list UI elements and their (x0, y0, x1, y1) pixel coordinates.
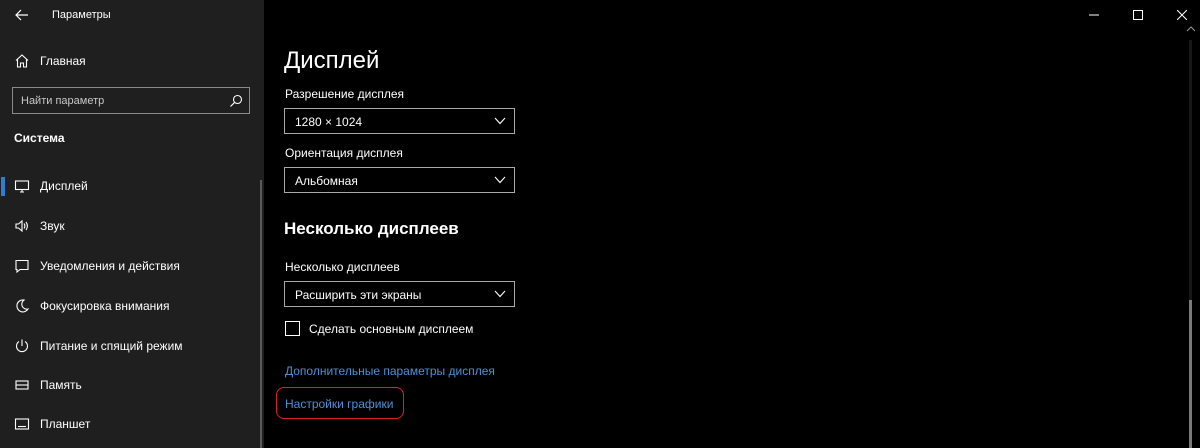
sidebar: Параметры Главная Система Дисплей Звук У… (0, 0, 264, 448)
sidebar-item-label: Память (40, 378, 82, 392)
back-arrow-icon (15, 9, 28, 21)
sidebar-item-label: Главная (40, 54, 86, 68)
sidebar-scrollbar[interactable] (260, 180, 262, 448)
multi-display-label: Несколько дисплеев (285, 260, 400, 274)
maximize-button[interactable] (1116, 0, 1160, 30)
scroll-up-icon[interactable] (1185, 24, 1197, 34)
notification-icon (14, 258, 30, 274)
monitor-icon (14, 178, 30, 194)
active-indicator (1, 177, 5, 196)
title-bar: Параметры (0, 0, 264, 30)
app-title: Параметры (52, 9, 111, 21)
sidebar-item-label: Уведомления и действия (40, 259, 180, 273)
multi-display-dropdown[interactable]: Расширить эти экраны (284, 281, 515, 307)
primary-display-label: Сделать основным дисплеем (309, 322, 474, 336)
resolution-value: 1280 × 1024 (295, 115, 363, 129)
search-box (12, 87, 250, 114)
sidebar-item-display[interactable]: Дисплей (0, 168, 258, 204)
orientation-value: Альбомная (295, 174, 358, 188)
moon-icon (14, 298, 30, 314)
sidebar-item-label: Дисплей (40, 179, 88, 193)
resolution-label: Разрешение дисплея (285, 87, 405, 101)
sidebar-item-power[interactable]: Питание и спящий режим (0, 328, 258, 364)
storage-icon (14, 377, 30, 393)
main-scrollbar[interactable] (1185, 0, 1197, 448)
section-header: Система (14, 131, 65, 145)
scrollbar-thumb[interactable] (1189, 300, 1192, 448)
highlight-outline (276, 387, 404, 419)
minimize-button[interactable] (1072, 0, 1116, 30)
maximize-icon (1133, 10, 1143, 20)
sidebar-item-label: Планшет (40, 417, 91, 431)
sidebar-item-label: Звук (40, 219, 65, 233)
search-input[interactable] (21, 92, 221, 110)
sidebar-item-sound[interactable]: Звук (0, 208, 258, 244)
multi-display-value: Расширить эти экраны (295, 288, 422, 302)
sidebar-item-label: Питание и спящий режим (40, 339, 183, 353)
primary-display-checkbox[interactable] (285, 321, 300, 336)
resolution-dropdown[interactable]: 1280 × 1024 (284, 108, 515, 134)
multi-display-section-title: Несколько дисплеев (284, 219, 459, 238)
minimize-icon (1089, 14, 1099, 16)
chevron-down-icon (494, 117, 506, 125)
orientation-dropdown[interactable]: Альбомная (284, 167, 515, 193)
power-icon (14, 338, 30, 354)
sidebar-item-label: Фокусировка внимания (40, 299, 170, 313)
sidebar-item-home[interactable]: Главная (0, 43, 258, 79)
chevron-down-icon (494, 290, 506, 298)
home-icon (14, 53, 30, 69)
sidebar-item-notifications[interactable]: Уведомления и действия (0, 248, 258, 284)
search-icon[interactable] (229, 94, 243, 108)
speaker-icon (14, 218, 30, 234)
sidebar-item-focus-assist[interactable]: Фокусировка внимания (0, 288, 258, 324)
sidebar-item-tablet[interactable]: Планшет (0, 406, 258, 442)
chevron-down-icon (494, 176, 506, 184)
sidebar-item-storage[interactable]: Память (0, 367, 258, 403)
orientation-label: Ориентация дисплея (285, 146, 403, 160)
back-button[interactable] (6, 2, 38, 28)
page-title: Дисплей (284, 47, 380, 74)
main-panel: Дисплей Разрешение дисплея 1280 × 1024 О… (264, 0, 1200, 448)
tablet-icon (14, 416, 30, 432)
advanced-display-link[interactable]: Дополнительные параметры дисплея (285, 364, 495, 378)
